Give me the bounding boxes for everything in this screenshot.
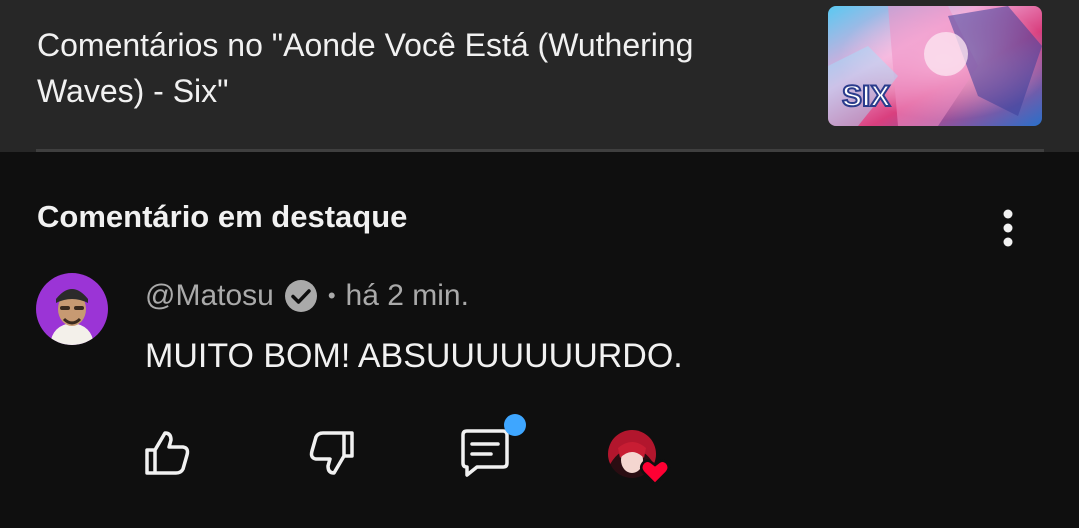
verified-badge-icon — [284, 280, 317, 312]
creator-heart-badge — [606, 428, 672, 486]
featured-comment-title: Comentário em destaque — [37, 199, 408, 234]
comment-meta: @Matosu • há 2 min. — [145, 279, 469, 313]
thumbs-up-icon — [145, 431, 190, 475]
video-header[interactable]: Comentários no "Aonde Você Está (Wutheri… — [0, 0, 1079, 152]
notification-dot-icon — [504, 414, 526, 436]
like-button[interactable] — [139, 425, 195, 481]
meta-separator: • — [327, 283, 336, 308]
reply-button[interactable] — [457, 414, 526, 481]
divider — [36, 149, 1044, 152]
comment-author[interactable]: @Matosu — [145, 279, 274, 313]
more-vert-icon — [1003, 209, 1013, 247]
video-thumbnail[interactable]: SIX — [828, 6, 1042, 126]
thumbs-down-icon — [309, 431, 354, 475]
comment-text: MUITO BOM! ABSUUUUUUURDO. — [145, 337, 683, 375]
dislike-button[interactable] — [304, 425, 360, 481]
more-options-button[interactable] — [988, 205, 1028, 251]
thumbnail-logo: SIX — [842, 80, 890, 113]
comments-video-title: Comentários no "Aonde Você Está (Wutheri… — [37, 27, 694, 109]
creator-heart-icon — [608, 430, 670, 486]
comment-timestamp[interactable]: há 2 min. — [346, 279, 469, 313]
avatar[interactable] — [36, 273, 108, 345]
